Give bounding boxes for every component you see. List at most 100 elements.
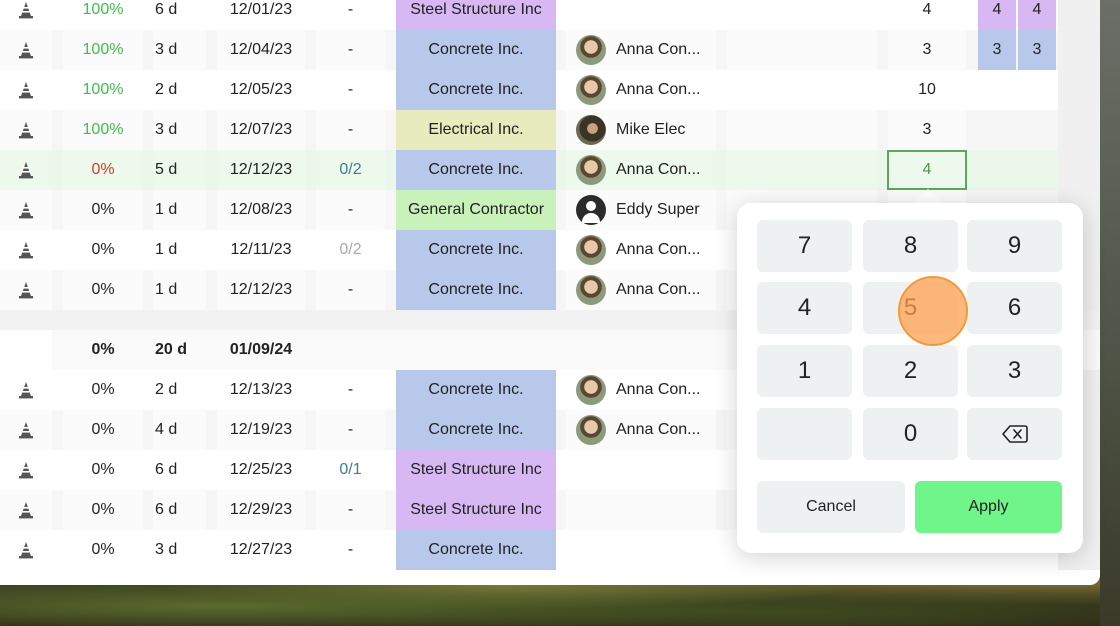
- date-cell[interactable]: 12/11/23: [217, 230, 305, 270]
- notes-cell[interactable]: [727, 0, 877, 30]
- company-cell[interactable]: Steel Structure Inc: [396, 450, 556, 490]
- crew-count-cell[interactable]: [978, 150, 1016, 190]
- backspace-key[interactable]: [967, 408, 1062, 460]
- crew-count-cell[interactable]: [978, 110, 1016, 150]
- company-cell[interactable]: Concrete Inc.: [396, 30, 556, 70]
- duration-cell[interactable]: 5 d: [153, 150, 206, 190]
- date-cell[interactable]: 12/12/23: [217, 270, 305, 310]
- assignee-cell[interactable]: [566, 530, 716, 570]
- crew-count-cell[interactable]: [1018, 150, 1056, 190]
- assignee-cell[interactable]: Anna Con...: [566, 370, 716, 410]
- duration-cell[interactable]: 3 d: [153, 530, 206, 570]
- key-blank[interactable]: [757, 408, 852, 460]
- company-cell[interactable]: Steel Structure Inc: [396, 490, 556, 530]
- notes-cell[interactable]: [727, 150, 877, 190]
- date-cell[interactable]: 12/04/23: [217, 30, 305, 70]
- notes-cell[interactable]: [727, 110, 877, 150]
- assignee-cell[interactable]: Anna Con...: [566, 70, 716, 110]
- quantity-cell-editing[interactable]: 4: [887, 150, 967, 190]
- cancel-button[interactable]: Cancel: [757, 481, 905, 533]
- assignee-cell[interactable]: Anna Con...: [566, 30, 716, 70]
- key-0[interactable]: 0: [863, 408, 958, 460]
- checklist-cell[interactable]: -: [316, 30, 385, 70]
- checklist-cell[interactable]: -: [316, 0, 385, 30]
- company-cell[interactable]: Concrete Inc.: [396, 530, 556, 570]
- assignee-cell[interactable]: Anna Con...: [566, 410, 716, 450]
- assignee-cell[interactable]: Mike Elec: [566, 110, 716, 150]
- notes-cell[interactable]: [727, 70, 877, 110]
- notes-cell[interactable]: [727, 30, 877, 70]
- crew-count-cell[interactable]: [1018, 70, 1056, 110]
- key-1[interactable]: 1: [757, 345, 852, 397]
- company-cell[interactable]: Concrete Inc.: [396, 410, 556, 450]
- checklist-cell[interactable]: -: [316, 270, 385, 310]
- progress-cell[interactable]: 0%: [63, 230, 143, 270]
- key-7[interactable]: 7: [757, 220, 852, 272]
- date-cell[interactable]: 12/29/23: [217, 490, 305, 530]
- assignee-cell[interactable]: Anna Con...: [566, 270, 716, 310]
- checklist-cell[interactable]: -: [316, 110, 385, 150]
- company-cell[interactable]: General Contractor: [396, 190, 556, 230]
- quantity-cell[interactable]: 10: [888, 70, 966, 110]
- company-cell[interactable]: Concrete Inc.: [396, 150, 556, 190]
- company-cell[interactable]: Electrical Inc.: [396, 110, 556, 150]
- progress-cell[interactable]: 100%: [63, 0, 143, 30]
- crew-count-cell[interactable]: 3: [978, 30, 1016, 70]
- duration-cell[interactable]: 6 d: [153, 490, 206, 530]
- key-4[interactable]: 4: [757, 282, 852, 334]
- duration-cell[interactable]: 1 d: [153, 190, 206, 230]
- duration-cell[interactable]: 1 d: [153, 230, 206, 270]
- key-2[interactable]: 2: [863, 345, 958, 397]
- table-row[interactable]: 100% 6 d 12/01/23- Steel Structure Inc 4 4 4: [0, 0, 1100, 30]
- progress-cell[interactable]: 0%: [63, 450, 143, 490]
- assignee-cell[interactable]: [566, 490, 716, 530]
- duration-cell[interactable]: 2 d: [153, 370, 206, 410]
- apply-button[interactable]: Apply: [915, 481, 1062, 533]
- progress-cell[interactable]: 0%: [63, 270, 143, 310]
- progress-cell[interactable]: 0%: [63, 410, 143, 450]
- assignee-cell[interactable]: [566, 0, 716, 30]
- date-cell[interactable]: 12/07/23: [217, 110, 305, 150]
- company-cell[interactable]: Concrete Inc.: [396, 270, 556, 310]
- checklist-cell[interactable]: -: [316, 70, 385, 110]
- progress-cell[interactable]: 100%: [63, 70, 143, 110]
- key-9[interactable]: 9: [967, 220, 1062, 272]
- crew-count-cell[interactable]: 4: [1018, 0, 1056, 30]
- duration-cell[interactable]: 4 d: [153, 410, 206, 450]
- duration-cell[interactable]: 3 d: [153, 30, 206, 70]
- date-cell[interactable]: 12/08/23: [217, 190, 305, 230]
- duration-cell[interactable]: 1 d: [153, 270, 206, 310]
- assignee-cell[interactable]: Eddy Super: [566, 190, 716, 230]
- checklist-cell[interactable]: -: [316, 490, 385, 530]
- progress-cell[interactable]: 0%: [63, 370, 143, 410]
- company-cell[interactable]: Concrete Inc.: [396, 370, 556, 410]
- table-row[interactable]: 100% 3 d 12/07/23- Electrical Inc. Mike Elec…: [0, 110, 1100, 150]
- progress-cell[interactable]: 0%: [63, 490, 143, 530]
- company-cell[interactable]: Steel Structure Inc: [396, 0, 556, 30]
- quantity-cell[interactable]: 3: [888, 30, 966, 70]
- assignee-cell[interactable]: Anna Con...: [566, 150, 716, 190]
- table-row[interactable]: 100% 3 d 12/04/23- Concrete Inc. Anna Con...…: [0, 30, 1100, 70]
- key-5[interactable]: 5: [863, 282, 958, 334]
- date-cell[interactable]: 12/19/23: [217, 410, 305, 450]
- date-cell[interactable]: 12/27/23: [217, 530, 305, 570]
- crew-count-cell[interactable]: [1018, 110, 1056, 150]
- progress-cell[interactable]: 0%: [63, 190, 143, 230]
- key-3[interactable]: 3: [967, 345, 1062, 397]
- company-cell[interactable]: Concrete Inc.: [396, 230, 556, 270]
- assignee-cell[interactable]: Anna Con...: [566, 230, 716, 270]
- checklist-cell[interactable]: -: [316, 410, 385, 450]
- duration-cell[interactable]: 6 d: [153, 0, 206, 30]
- date-cell[interactable]: 12/25/23: [217, 450, 305, 490]
- progress-cell[interactable]: 0%: [63, 530, 143, 570]
- checklist-cell[interactable]: 0/2: [316, 150, 385, 190]
- checklist-cell[interactable]: 0/1: [316, 450, 385, 490]
- crew-count-cell[interactable]: [978, 70, 1016, 110]
- progress-cell[interactable]: 100%: [63, 30, 143, 70]
- table-row[interactable]: 100% 2 d 12/05/23- Concrete Inc. Anna Con...…: [0, 70, 1100, 110]
- quantity-cell[interactable]: 4: [888, 0, 966, 30]
- checklist-cell[interactable]: -: [316, 190, 385, 230]
- checklist-cell[interactable]: 0/2: [316, 230, 385, 270]
- duration-cell[interactable]: 6 d: [153, 450, 206, 490]
- progress-cell[interactable]: 100%: [63, 110, 143, 150]
